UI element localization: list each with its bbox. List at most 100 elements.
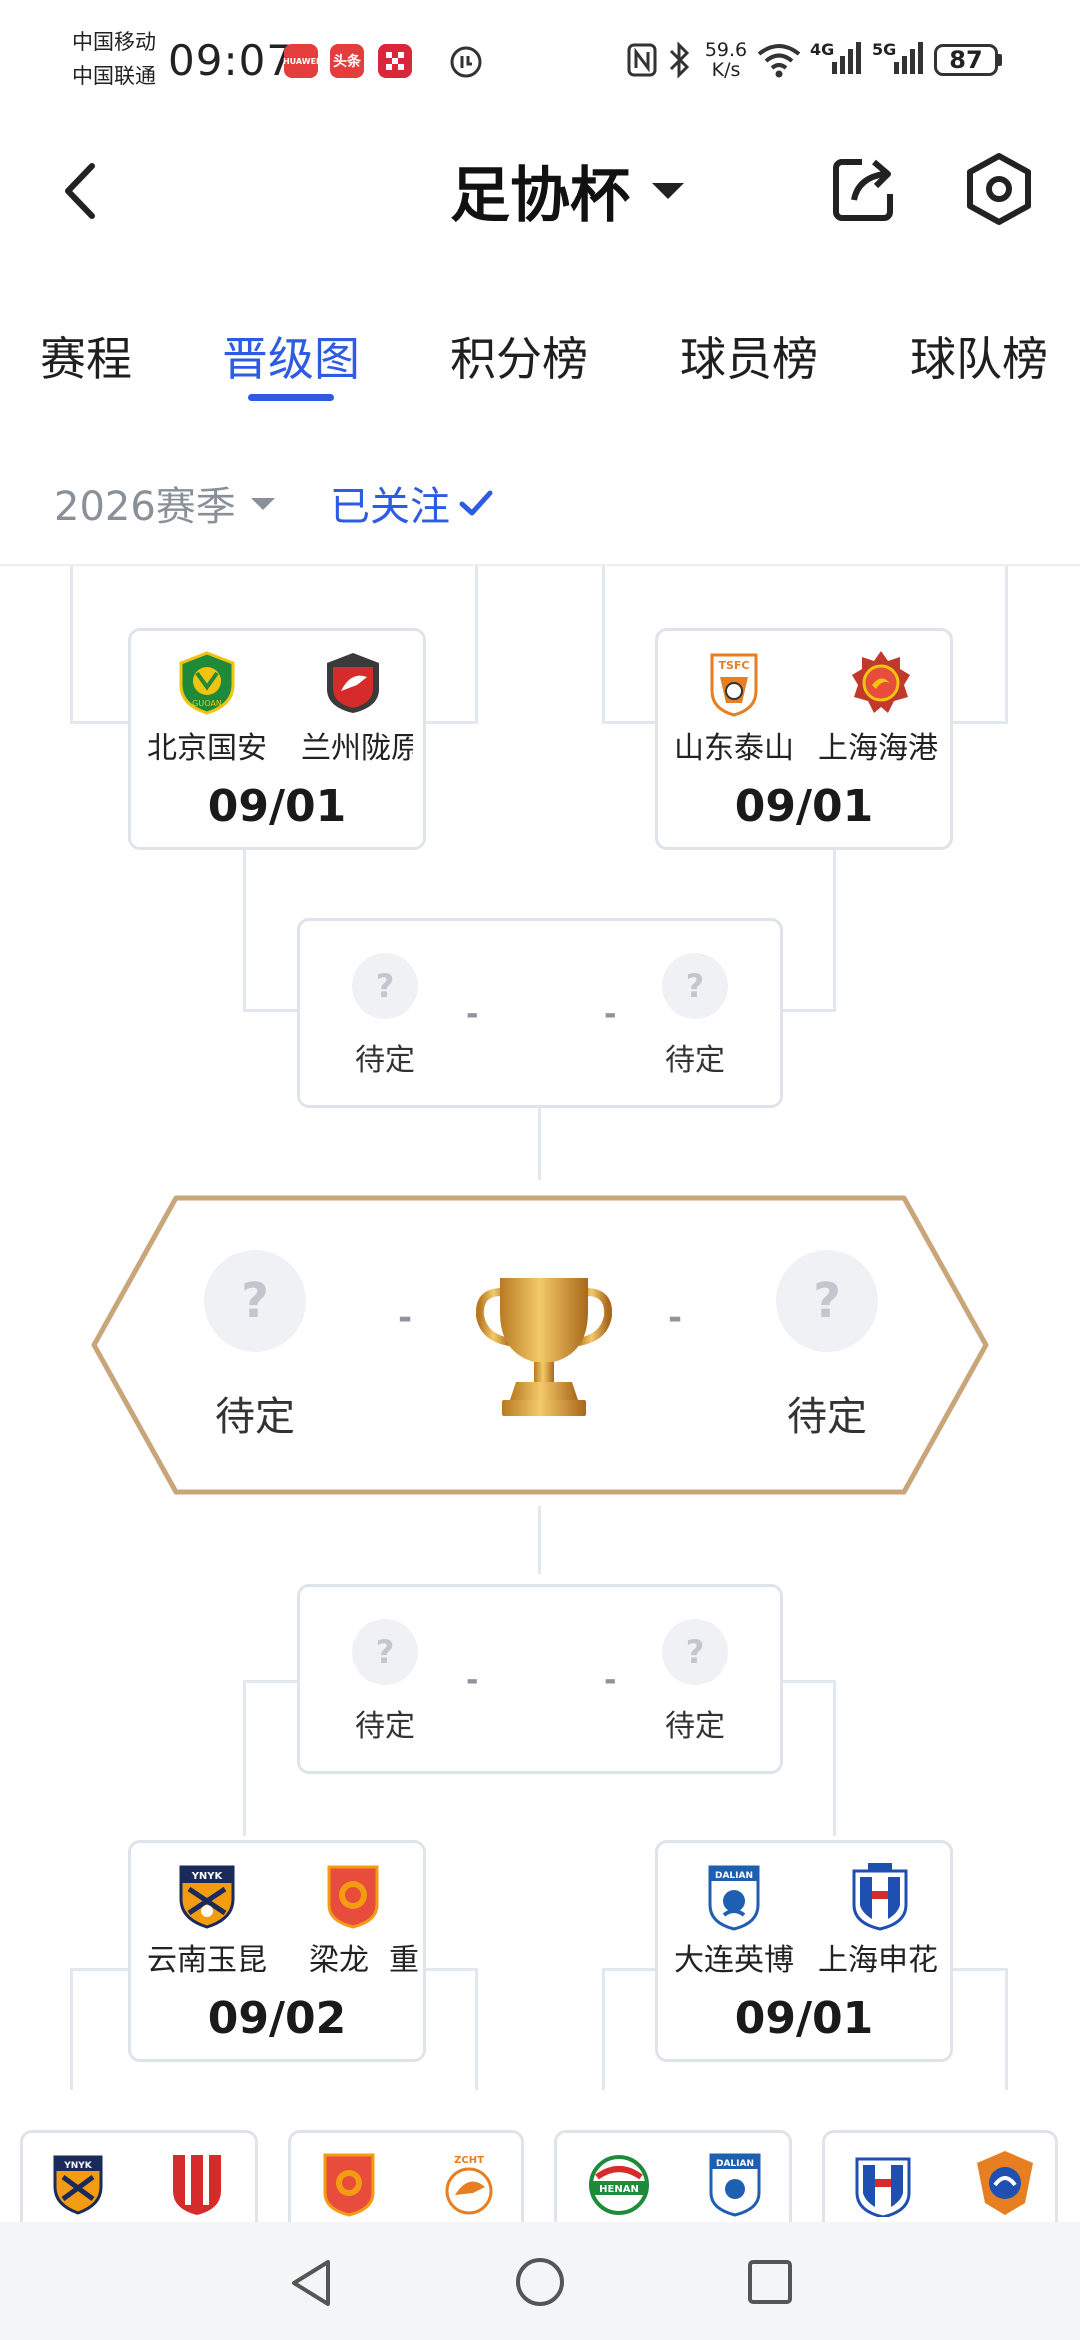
back-arrow-icon[interactable] bbox=[54, 156, 110, 226]
match-card-semifinal-upper[interactable]: ? 待定 - - ? 待定 bbox=[297, 918, 783, 1108]
tsfc-crest-text: TSFC bbox=[718, 659, 749, 672]
system-navigation-bar bbox=[0, 2222, 1080, 2340]
season-label: 2026赛季 bbox=[54, 484, 236, 530]
chongqing-crest-icon bbox=[321, 2151, 377, 2217]
red-app-icon bbox=[378, 44, 412, 78]
tab-player-rankings[interactable]: 球员榜 bbox=[680, 323, 818, 389]
status-bar: 中国移动 中国联通 09:07 HUAWEI 头条 59.6 K/s 4G 5G… bbox=[0, 0, 1080, 120]
team-name: 上海海港 bbox=[818, 731, 938, 766]
tbd-team-name: 待定 bbox=[665, 1043, 725, 1078]
follow-button[interactable]: 已关注 bbox=[330, 476, 496, 530]
tbd-team-icon: ? bbox=[352, 953, 418, 1019]
bluetooth-icon bbox=[666, 40, 692, 84]
season-selector[interactable]: 2026赛季 bbox=[54, 476, 278, 530]
tbd-team-name: 待定 bbox=[355, 1043, 415, 1078]
tbd-team-icon: ? bbox=[662, 1619, 728, 1685]
match-date: 09/01 bbox=[734, 1993, 874, 2044]
beijing-guoan-crest-icon: GUOAN bbox=[175, 651, 239, 715]
score-dash: - bbox=[604, 1663, 617, 1698]
lanzhou-longyuan-crest-icon bbox=[321, 651, 385, 715]
huawei-app-icon: HUAWEI bbox=[283, 44, 319, 78]
tbd-team-name: 待定 bbox=[787, 1394, 867, 1440]
battery-cap bbox=[998, 54, 1002, 66]
final-match-card[interactable]: ? 待定 - - ? 待定 bbox=[90, 1194, 990, 1496]
tbd-team-icon: ? bbox=[662, 953, 728, 1019]
orange-blue-crest-icon bbox=[973, 2149, 1037, 2217]
tbd-team-name: 待定 bbox=[355, 1709, 415, 1744]
tbd-team-name: 待定 bbox=[215, 1394, 295, 1440]
match-card-semifinal-lower[interactable]: ? 待定 - - ? 待定 bbox=[297, 1584, 783, 1774]
team-name: 上海申花 bbox=[818, 1943, 938, 1978]
carrier-2: 中国联通 bbox=[72, 64, 156, 88]
team-name: 重 bbox=[389, 1943, 419, 1978]
chongqing-crest-icon bbox=[323, 1863, 383, 1929]
follow-label: 已关注 bbox=[330, 484, 450, 530]
zcht-crest-icon: ZCHT bbox=[441, 2151, 497, 2217]
dalian-crest-text: DALIAN bbox=[716, 2159, 754, 2169]
score-dash: - bbox=[466, 1663, 479, 1698]
competition-selector[interactable]: 足协杯 bbox=[450, 150, 688, 231]
match-card-beijing-lanzhou[interactable]: GUOAN 北京国安 兰州陇原 09/01 bbox=[128, 628, 426, 850]
score-dash: - bbox=[398, 1298, 413, 1338]
score-dash: - bbox=[604, 997, 617, 1032]
match-date: 09/01 bbox=[734, 781, 874, 832]
battery-indicator: 87 bbox=[934, 44, 998, 76]
net-speed-value: 59.6 bbox=[704, 39, 748, 61]
match-card-yunnan[interactable]: YNYK 云南玉昆 梁龙 重 09/02 bbox=[128, 1840, 426, 2062]
shanghai-port-crest-icon bbox=[848, 649, 914, 717]
tab-standings[interactable]: 积分榜 bbox=[450, 323, 588, 389]
wifi-icon bbox=[756, 42, 802, 82]
net-speed-unit: K/s bbox=[711, 59, 741, 81]
dalian-yingbo-crest-icon: DALIAN bbox=[704, 1863, 764, 1931]
check-icon bbox=[459, 490, 493, 516]
toutiao-app-icon: 头条 bbox=[330, 44, 364, 78]
guoan-crest-text: GUOAN bbox=[192, 699, 222, 708]
yunnan-yukun-crest-icon: YNYK bbox=[51, 2153, 105, 2215]
team-name: 北京国安 bbox=[147, 731, 267, 766]
team-name: 云南玉昆 bbox=[147, 1943, 267, 1978]
tbd-team-icon: ? bbox=[204, 1250, 306, 1352]
match-card-shandong-shanghai[interactable]: TSFC 山东泰山 上海海港 09/01 bbox=[655, 628, 953, 850]
dalian-yingbo-crest-icon: DALIAN bbox=[707, 2151, 763, 2217]
page-title: 足协杯 bbox=[450, 160, 630, 231]
speedometer-icon bbox=[448, 44, 484, 84]
nav-recents-icon[interactable] bbox=[746, 2258, 794, 2306]
dropdown-caret-icon bbox=[652, 183, 684, 199]
yunnan-yukun-crest-icon: YNYK bbox=[175, 1863, 239, 1929]
active-tab-indicator bbox=[248, 394, 334, 401]
score-dash: - bbox=[668, 1298, 683, 1338]
match-date: 09/01 bbox=[207, 781, 347, 832]
red-white-crest-icon bbox=[167, 2151, 227, 2217]
dalian-crest-text: DALIAN bbox=[715, 1871, 753, 1881]
ynyk-crest-text: YNYK bbox=[191, 1871, 224, 1882]
score-dash: - bbox=[466, 997, 479, 1032]
henan-crest-text: HENAN bbox=[599, 2184, 639, 2195]
tbd-team-icon: ? bbox=[776, 1250, 878, 1352]
nav-home-icon[interactable] bbox=[514, 2256, 566, 2308]
tab-team-rankings[interactable]: 球队榜 bbox=[910, 323, 1048, 389]
team-name: 山东泰山 bbox=[674, 731, 794, 766]
carrier-1: 中国移动 bbox=[72, 30, 156, 54]
zcht-crest-text: ZCHT bbox=[454, 2155, 484, 2166]
ynyk-crest-text: YNYK bbox=[63, 2161, 93, 2171]
shanghai-shenhua-crest-icon bbox=[853, 2149, 913, 2219]
tab-bracket[interactable]: 晋级图 bbox=[222, 323, 360, 389]
tbd-team-icon: ? bbox=[352, 1619, 418, 1685]
season-caret-icon bbox=[250, 498, 275, 510]
match-card-dalian-shenhua[interactable]: DALIAN 大连英博 上海申花 09/01 bbox=[655, 1840, 953, 2062]
shandong-taishan-crest-icon: TSFC bbox=[702, 651, 766, 717]
shanghai-shenhua-crest-icon bbox=[848, 1861, 912, 1931]
tab-schedule[interactable]: 赛程 bbox=[40, 323, 132, 389]
tbd-team-name: 待定 bbox=[665, 1709, 725, 1744]
settings-icon[interactable] bbox=[964, 152, 1034, 226]
trophy-icon bbox=[475, 1272, 613, 1422]
share-icon[interactable] bbox=[832, 150, 898, 224]
team-name: 梁龙 bbox=[309, 1943, 369, 1978]
net-speed: 59.6 K/s bbox=[698, 40, 754, 80]
match-date: 09/02 bbox=[207, 1993, 347, 2044]
team-name: 兰州陇原 bbox=[301, 731, 413, 766]
team-name: 大连英博 bbox=[674, 1943, 794, 1978]
nav-back-icon[interactable] bbox=[286, 2256, 336, 2310]
clock: 09:07 bbox=[168, 36, 295, 85]
nfc-icon bbox=[626, 42, 658, 82]
